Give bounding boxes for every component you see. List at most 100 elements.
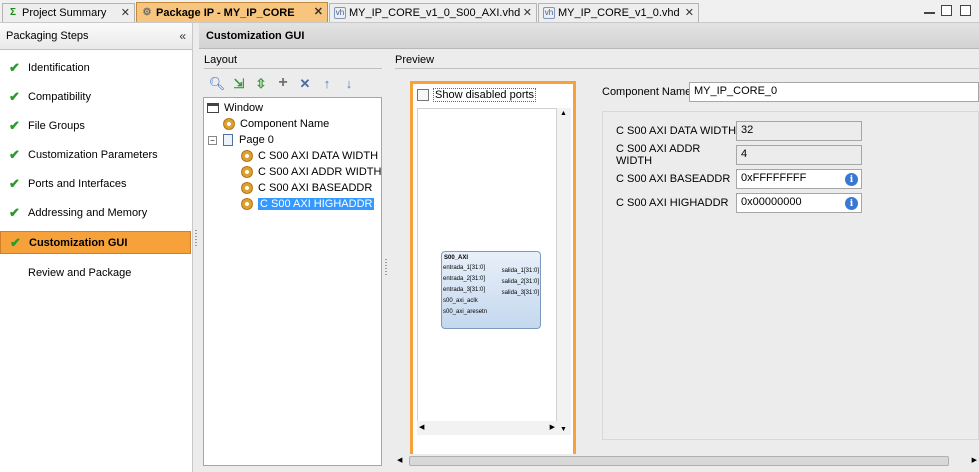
move-down-icon[interactable]: ↓: [341, 75, 357, 91]
tree-node-label: C S00 AXI DATA WIDTH: [258, 150, 379, 162]
tree-node-page-0[interactable]: − Page 0: [208, 132, 274, 148]
step-review-and-package[interactable]: Review and Package: [0, 261, 191, 285]
check-icon: ✔: [9, 176, 20, 191]
scroll-left-icon[interactable]: ◀: [419, 423, 424, 431]
step-file-groups[interactable]: ✔ File Groups: [0, 114, 191, 138]
param-row: C S00 AXI BASEADDR 0xFFFFFFFF i: [616, 169, 862, 189]
scrollbar-thumb[interactable]: [409, 456, 949, 466]
step-customization-gui[interactable]: ✔ Customization GUI: [0, 231, 191, 254]
step-label: File Groups: [28, 120, 85, 132]
package-icon: ⚙: [142, 6, 152, 18]
editor-tab-bar: Σ Project Summary ✕ ⚙ Package IP - MY_IP…: [0, 0, 979, 23]
minimize-icon[interactable]: [924, 5, 935, 14]
tab-label: Package IP - MY_IP_CORE: [156, 6, 295, 19]
parameter-gear-icon: [240, 197, 254, 211]
tree-node-param[interactable]: C S00 AXI DATA WIDTH: [240, 148, 378, 164]
tab-ip-core-vhd[interactable]: vh MY_IP_CORE_v1_0.vhd ✕: [538, 3, 699, 22]
param-value-text: 0xFFFFFFFF: [741, 172, 807, 184]
splitter-grip[interactable]: [385, 259, 387, 277]
packaging-steps-header: Packaging Steps «: [0, 23, 192, 50]
tree-node-param[interactable]: C S00 AXI BASEADDR: [240, 180, 372, 196]
step-compatibility[interactable]: ✔ Compatibility: [0, 85, 191, 109]
divider: [395, 68, 979, 69]
param-value-field[interactable]: 4: [736, 145, 862, 165]
component-name-input[interactable]: MY_IP_CORE_0: [689, 82, 979, 102]
param-value-field[interactable]: 0x00000000 i: [736, 193, 862, 213]
tree-node-param-selected[interactable]: C S00 AXI HIGHADDR: [240, 196, 375, 212]
tree-node-window[interactable]: Window: [206, 100, 263, 116]
param-label: C S00 AXI ADDR WIDTH: [616, 143, 701, 167]
customization-gui-main: Customization GUI Layout 🔍︎ ⇲ ⇳ + ✕ ↑ ↓ …: [199, 23, 979, 472]
divider: [204, 68, 382, 69]
tab-project-summary[interactable]: Σ Project Summary ✕: [2, 3, 135, 22]
main-horizontal-scrollbar[interactable]: ◀ ▶: [395, 454, 979, 468]
param-row: C S00 AXI DATA WIDTH 32: [616, 121, 862, 141]
info-icon[interactable]: i: [845, 173, 858, 186]
check-icon: ✔: [9, 60, 20, 75]
restore-icon[interactable]: [941, 5, 952, 16]
tab-label: Project Summary: [22, 7, 107, 19]
tree-node-param[interactable]: C S00 AXI ADDR WIDTH: [240, 164, 381, 180]
scroll-right-icon[interactable]: ▶: [550, 423, 555, 431]
splitter-grip[interactable]: [195, 230, 197, 248]
scroll-left-icon[interactable]: ◀: [397, 456, 402, 464]
vhdl-file-icon: vh: [543, 7, 555, 19]
panel-title: Packaging Steps: [6, 30, 89, 42]
info-icon[interactable]: i: [845, 197, 858, 210]
search-icon[interactable]: 🔍︎: [209, 75, 226, 91]
tree-node-label: C S00 AXI ADDR WIDTH: [258, 166, 382, 178]
step-ports-and-interfaces[interactable]: ✔ Ports and Interfaces: [0, 172, 191, 196]
collapse-toggle-icon[interactable]: −: [208, 135, 217, 145]
output-port-label: salida_1[31:0]: [501, 268, 539, 274]
expand-all-icon[interactable]: ⇳: [253, 75, 269, 91]
tab-s00-axi-vhd[interactable]: vh MY_IP_CORE_v1_0_S00_AXI.vhd ✕: [329, 3, 537, 22]
layout-tree[interactable]: Window Component Name − Page 0 C S00 AXI…: [203, 97, 382, 466]
param-value-field[interactable]: 32: [736, 121, 862, 141]
preview-vertical-scrollbar[interactable]: ▲ ▼: [557, 108, 571, 435]
layout-preview-splitter[interactable]: [384, 54, 388, 466]
tree-node-label: Component Name: [240, 118, 330, 130]
tab-package-ip[interactable]: ⚙ Package IP - MY_IP_CORE ✕: [136, 2, 328, 22]
input-port-label: entrada_1[31:0]: [443, 265, 486, 271]
preview-horizontal-scrollbar[interactable]: ◀ ▶: [417, 421, 557, 435]
symbol-preview: Show disabled ports S00_AXI entrada_1[31…: [410, 81, 576, 464]
bus-port-label: S00_AXI: [444, 255, 469, 261]
param-label: C S00 AXI HIGHADDR: [616, 197, 729, 209]
collapse-all-icon[interactable]: ⇲: [231, 75, 247, 91]
close-icon[interactable]: ✕: [685, 6, 694, 19]
layout-label: Layout: [204, 54, 238, 66]
move-up-icon[interactable]: ↑: [319, 75, 335, 91]
page-icon: [221, 133, 235, 147]
symbol-canvas[interactable]: S00_AXI entrada_1[31:0] entrada_2[31:0] …: [417, 108, 557, 435]
close-icon[interactable]: ✕: [523, 6, 532, 19]
page-title: Customization GUI: [199, 23, 979, 49]
step-identification[interactable]: ✔ Identification: [0, 56, 191, 80]
ip-block-symbol[interactable]: S00_AXI entrada_1[31:0] entrada_2[31:0] …: [441, 251, 541, 329]
show-disabled-ports-checkbox[interactable]: Show disabled ports: [417, 88, 537, 102]
add-icon[interactable]: +: [275, 75, 291, 91]
scroll-up-icon[interactable]: ▲: [560, 110, 567, 117]
check-icon: ✔: [9, 89, 20, 104]
input-port-label: s00_axi_aresetn: [443, 309, 488, 315]
param-value-field[interactable]: 0xFFFFFFFF i: [736, 169, 862, 189]
remove-icon[interactable]: ✕: [297, 75, 313, 91]
input-port-label: entrada_2[31:0]: [443, 276, 486, 282]
scroll-right-icon[interactable]: ▶: [972, 456, 977, 464]
sigma-icon: Σ: [9, 7, 16, 18]
step-addressing-and-memory[interactable]: ✔ Addressing and Memory: [0, 201, 191, 225]
check-icon: ✔: [10, 234, 21, 250]
checkbox-label: Show disabled ports: [433, 88, 537, 102]
tree-node-component-name[interactable]: Component Name: [222, 116, 329, 132]
checkbox-box[interactable]: [417, 89, 429, 101]
step-label: Ports and Interfaces: [28, 178, 127, 190]
close-icon[interactable]: ✕: [121, 6, 130, 19]
check-icon: ✔: [9, 118, 20, 133]
scroll-down-icon[interactable]: ▼: [560, 426, 567, 433]
close-icon[interactable]: ✕: [314, 5, 323, 18]
parameters-group: C S00 AXI DATA WIDTH 32 C S00 AXI ADDR W…: [602, 111, 979, 440]
param-value-text: 0x00000000: [741, 196, 802, 208]
collapse-icon[interactable]: «: [179, 29, 186, 43]
check-icon: ✔: [9, 147, 20, 162]
step-customization-parameters[interactable]: ✔ Customization Parameters: [0, 143, 191, 167]
maximize-icon[interactable]: [960, 5, 971, 16]
